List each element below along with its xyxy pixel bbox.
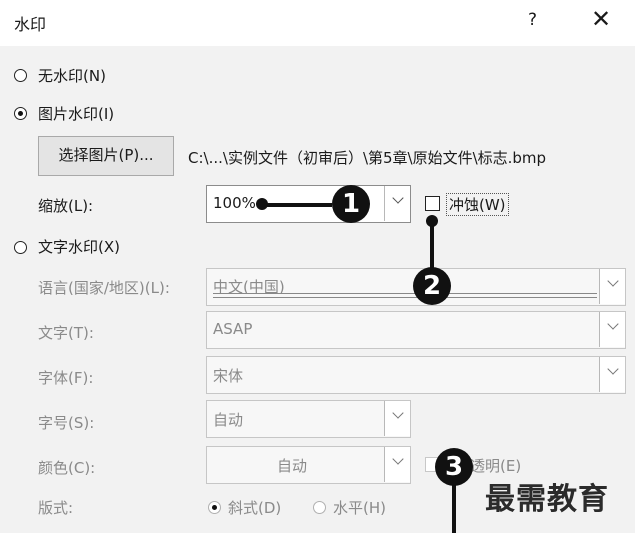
picture-watermark-radio[interactable] [14,107,27,120]
text-combobox[interactable]: ASAP [206,311,626,349]
chevron-down-icon [606,363,619,375]
font-value[interactable]: 宋体 [213,365,243,386]
scale-dropdown-button[interactable] [384,186,410,221]
color-dropdown-button[interactable] [384,447,410,482]
callout-1-dot [256,198,268,210]
diagonal-label[interactable]: 斜式(D) [228,497,281,518]
no-watermark-label[interactable]: 无水印(N) [38,65,106,86]
close-button[interactable]: ✕ [591,7,611,31]
layout-label: 版式: [38,499,74,517]
scale-value[interactable]: 100% [213,194,256,212]
washout-checkbox[interactable] [425,196,440,211]
callout-3-badge: 3 [435,448,473,486]
language-label: 语言(国家/地区)(L): [38,279,170,297]
text-dropdown-button[interactable] [599,312,625,347]
language-dropdown-button[interactable] [599,269,625,304]
chevron-down-icon [391,407,404,419]
diagonal-radio[interactable] [208,501,221,514]
color-value[interactable]: 自动 [277,455,307,476]
file-path-text: C:\...\实例文件（初审后）\第5章\原始文件\标志.bmp [188,149,547,167]
no-watermark-radio[interactable] [14,69,27,82]
font-combobox[interactable]: 宋体 [206,356,626,394]
size-label: 字号(S): [38,414,95,432]
chevron-down-icon [391,192,404,204]
watermark-logo-text: 最需教育 [485,482,609,517]
language-underline [213,293,597,298]
scale-label: 缩放(L): [38,197,94,215]
text-label: 文字(T): [38,324,94,342]
font-label: 字体(F): [38,369,94,387]
text-watermark-radio[interactable] [14,241,27,254]
semitransparent-label[interactable]: 透明(E) [470,455,521,476]
washout-label[interactable]: 冲蚀(W) [446,193,509,216]
dialog-title: 水印 [14,15,47,34]
picture-watermark-label[interactable]: 图片水印(I) [38,103,114,124]
chevron-down-icon [391,453,404,465]
text-value[interactable]: ASAP [213,320,252,338]
chevron-down-icon [606,275,619,287]
select-picture-button[interactable]: 选择图片(P)... [38,136,174,176]
color-combobox[interactable]: 自动 [206,446,411,484]
size-dropdown-button[interactable] [384,401,410,436]
horizontal-label[interactable]: 水平(H) [333,497,386,518]
color-label: 颜色(C): [38,459,96,477]
title-bar [0,0,635,46]
callout-1-badge: 1 [332,185,370,223]
callout-1-line [262,203,332,207]
text-watermark-label[interactable]: 文字水印(X) [38,236,120,257]
font-dropdown-button[interactable] [599,357,625,392]
callout-2-badge: 2 [413,267,451,305]
callout-2-dot [426,215,438,227]
size-value[interactable]: 自动 [213,409,243,430]
horizontal-radio[interactable] [313,501,326,514]
help-button[interactable]: ? [528,10,537,30]
size-combobox[interactable]: 自动 [206,400,411,438]
chevron-down-icon [606,318,619,330]
